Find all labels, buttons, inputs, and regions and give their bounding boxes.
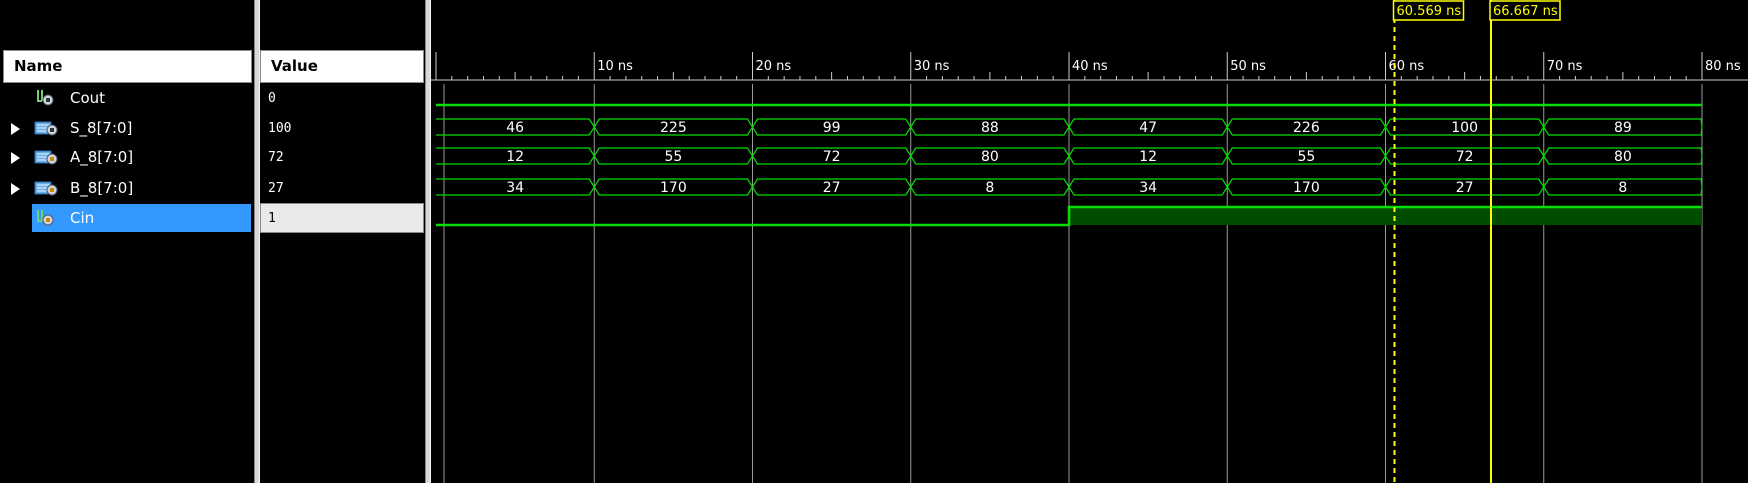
time-label: 20 ns bbox=[756, 59, 792, 74]
signal-value-s-8-7-0: 100 bbox=[268, 121, 292, 136]
cursor-time-label: 60.569 ns bbox=[1397, 4, 1462, 19]
time-label: 70 ns bbox=[1547, 59, 1583, 74]
bus-value-label: 47 bbox=[1139, 120, 1157, 136]
bus-value-label: 225 bbox=[660, 120, 687, 136]
bus-value-label: 34 bbox=[506, 180, 524, 196]
time-label: 10 ns bbox=[597, 59, 633, 74]
signal-value-cin: 1 bbox=[268, 211, 276, 226]
time-label: 30 ns bbox=[914, 59, 950, 74]
waveform-canvas[interactable]: 10 ns 20 ns 30 ns 40 ns 50 ns 60 ns 70 ns 80 ns… bbox=[431, 0, 1748, 483]
scalar-output-icon bbox=[32, 87, 60, 111]
expand-arrow-icon[interactable] bbox=[11, 183, 20, 195]
bus-value-label: 12 bbox=[506, 149, 524, 165]
bus-value-label: 46 bbox=[506, 120, 524, 136]
bus-value-label: 34 bbox=[1139, 180, 1157, 196]
signal-name: S_8[7:0] bbox=[70, 119, 133, 137]
bus-value-label: 27 bbox=[1456, 180, 1474, 196]
time-label: 80 ns bbox=[1705, 59, 1741, 74]
bus-value-label: 226 bbox=[1293, 120, 1320, 136]
time-label: 50 ns bbox=[1230, 59, 1266, 74]
signal-row-cout[interactable]: Cout bbox=[0, 84, 255, 112]
bus-value-label: 8 bbox=[1618, 180, 1627, 196]
signal-name: Cout bbox=[70, 89, 106, 107]
signal-row-s-8-7-0[interactable]: S_8[7:0] bbox=[0, 114, 255, 142]
signal-value-cout: 0 bbox=[268, 91, 276, 106]
bus-value-label: 89 bbox=[1614, 120, 1632, 136]
signal-name: Cin bbox=[70, 209, 95, 227]
signal-row-a-8-7-0[interactable]: A_8[7:0] bbox=[0, 143, 255, 171]
bus-input-icon bbox=[32, 146, 60, 170]
scalar-input-icon bbox=[32, 207, 60, 231]
bus-input-icon bbox=[32, 177, 60, 201]
bus-value-label: 170 bbox=[660, 180, 687, 196]
time-label: 40 ns bbox=[1072, 59, 1108, 74]
signal-value-b-8-7-0: 27 bbox=[268, 181, 284, 196]
expand-arrow-icon[interactable] bbox=[11, 152, 20, 164]
name-panel: Name Cout S_8[7:0] A_8[7:0] B_8[7:0] Cin bbox=[0, 0, 255, 483]
high-level-fill bbox=[1069, 207, 1702, 225]
signal-row-b-8-7-0[interactable]: B_8[7:0] bbox=[0, 174, 255, 202]
signal-name: B_8[7:0] bbox=[70, 179, 134, 197]
signal-row-cin[interactable]: Cin bbox=[0, 204, 255, 232]
bus-output-icon bbox=[32, 117, 60, 141]
expand-arrow-icon[interactable] bbox=[11, 123, 20, 135]
bus-value-label: 12 bbox=[1139, 149, 1157, 165]
value-selection-highlight bbox=[260, 203, 424, 233]
value-column-header[interactable]: Value bbox=[260, 50, 424, 83]
bus-value-label: 27 bbox=[823, 180, 841, 196]
bus-value-label: 8 bbox=[985, 180, 994, 196]
bus-value-label: 72 bbox=[1456, 149, 1474, 165]
bus-value-label: 55 bbox=[664, 149, 682, 165]
name-column-header[interactable]: Name bbox=[3, 50, 252, 83]
cursor-time-label: 66.667 ns bbox=[1493, 4, 1558, 19]
bus-value-label: 88 bbox=[981, 120, 999, 136]
value-panel: Value 0 100 72 27 1 bbox=[260, 0, 425, 483]
bus-value-label: 100 bbox=[1451, 120, 1478, 136]
bus-value-label: 55 bbox=[1297, 149, 1315, 165]
signal-name: A_8[7:0] bbox=[70, 148, 134, 166]
signal-value-a-8-7-0: 72 bbox=[268, 150, 284, 165]
bus-value-label: 99 bbox=[823, 120, 841, 136]
selection-highlight bbox=[32, 204, 251, 232]
bus-value-label: 80 bbox=[1614, 149, 1632, 165]
bus-value-label: 170 bbox=[1293, 180, 1320, 196]
bus-value-label: 80 bbox=[981, 149, 999, 165]
bus-value-label: 72 bbox=[823, 149, 841, 165]
